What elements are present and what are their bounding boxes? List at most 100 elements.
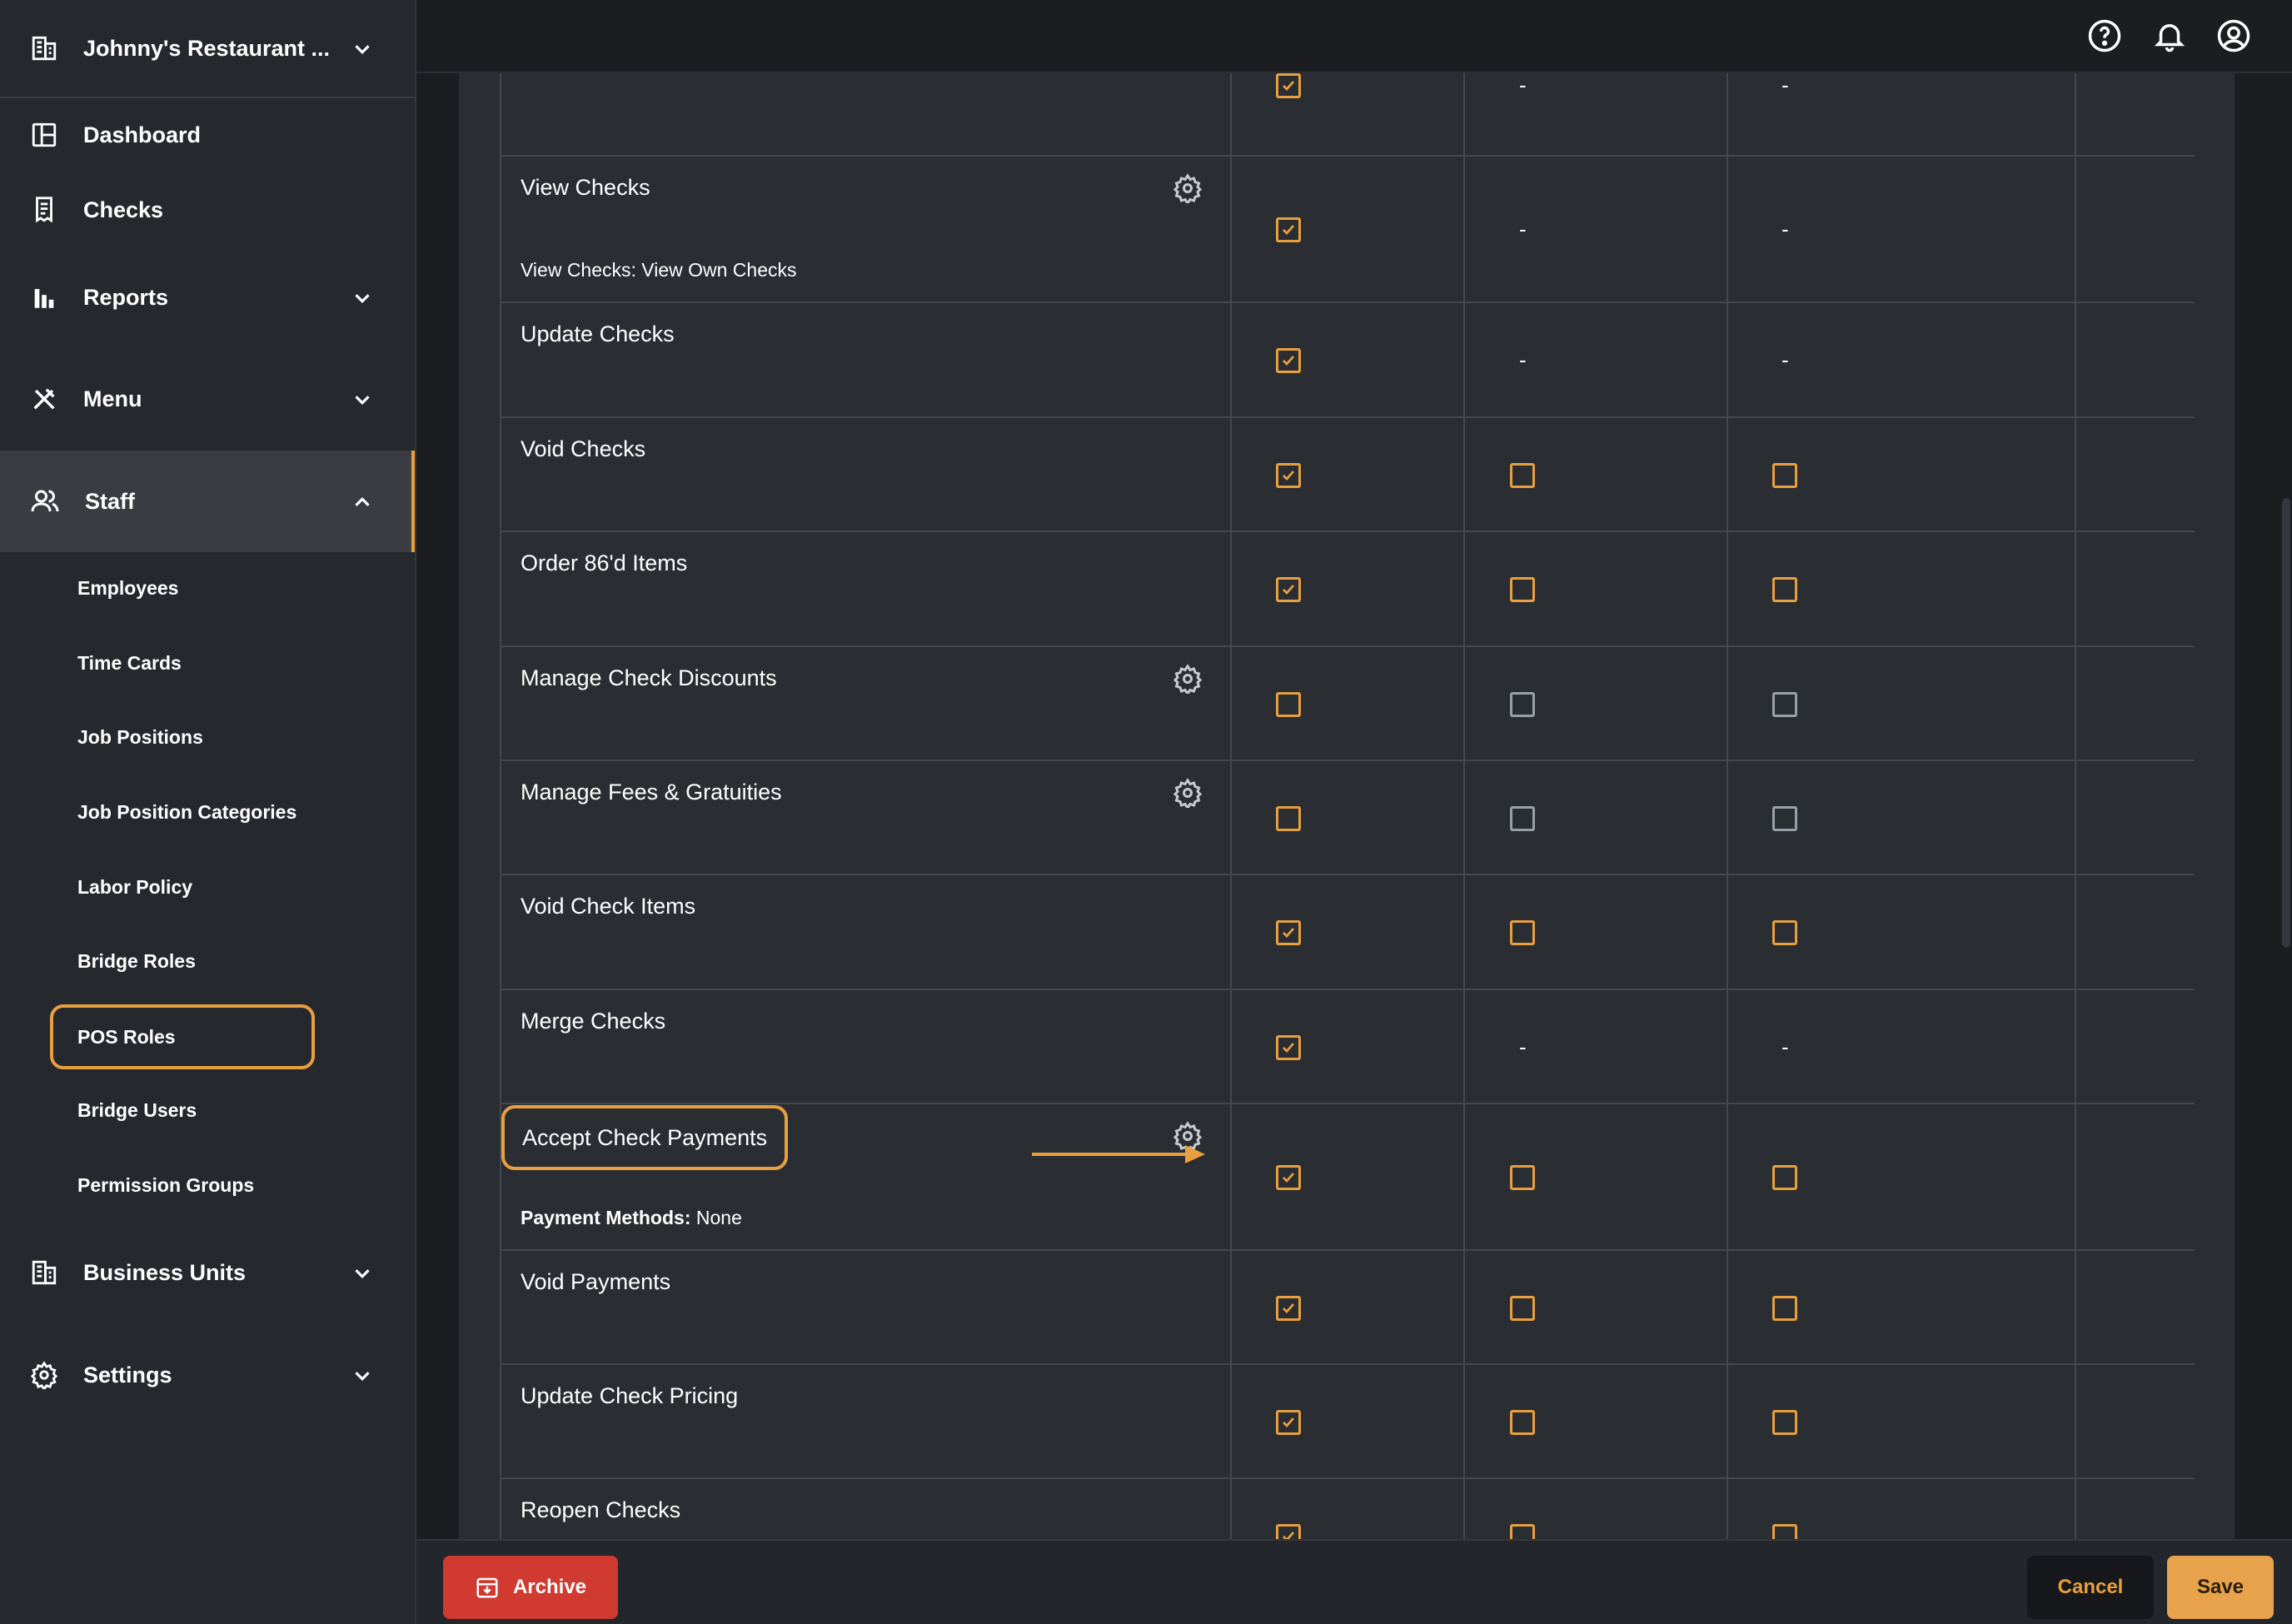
permission-name: Reopen Checks xyxy=(521,1497,681,1522)
table-cell xyxy=(1230,157,1463,301)
permission-checkbox-checked[interactable] xyxy=(1276,73,1301,98)
permission-name: Merge Checks xyxy=(521,1009,666,1034)
permission-checkbox[interactable] xyxy=(1772,1410,1797,1435)
archive-label: Archive xyxy=(512,1576,587,1598)
permission-checkbox-checked[interactable] xyxy=(1276,1035,1301,1060)
table-cell xyxy=(1463,647,1726,760)
permission-checkbox-checked[interactable] xyxy=(1276,348,1301,373)
restaurant-switcher[interactable]: Johnny's Restaurant ... xyxy=(0,0,415,98)
table-cell xyxy=(1230,73,1463,155)
permission-name: Manage Check Discounts xyxy=(521,665,777,690)
table-cell xyxy=(1230,1104,1463,1249)
permission-checkbox[interactable] xyxy=(1510,1296,1535,1321)
permission-checkbox[interactable] xyxy=(1772,577,1797,602)
gear-icon[interactable] xyxy=(1173,778,1203,810)
permission-checkbox[interactable] xyxy=(1510,577,1535,602)
table-cell xyxy=(1230,418,1463,531)
nav-checks-label: Checks xyxy=(83,197,164,222)
table-cell xyxy=(1463,990,1726,1103)
permission-checkbox[interactable] xyxy=(1276,806,1301,831)
not-applicable-dash: - xyxy=(1781,1034,1789,1059)
archive-button[interactable]: Archive xyxy=(443,1556,618,1619)
nav-reports-label: Reports xyxy=(83,284,169,310)
gear-icon[interactable] xyxy=(1173,173,1203,206)
table-cell xyxy=(1230,990,1463,1103)
table-cell xyxy=(1230,1479,1463,1539)
permission-checkbox-checked[interactable] xyxy=(1276,1524,1301,1539)
table-cell xyxy=(500,1365,1230,1477)
sub-item-labor-policy[interactable]: Labor Policy xyxy=(77,870,192,904)
permission-checkbox[interactable] xyxy=(1772,463,1797,488)
permission-checkbox[interactable] xyxy=(1510,1524,1535,1539)
permission-checkbox[interactable] xyxy=(1510,1165,1535,1190)
not-applicable-dash: - xyxy=(1781,217,1789,242)
permission-checkbox[interactable] xyxy=(1772,1165,1797,1190)
sub-item-bridge-users[interactable]: Bridge Users xyxy=(77,1093,197,1127)
permission-checkbox-checked[interactable] xyxy=(1276,577,1301,602)
permission-checkbox[interactable] xyxy=(1276,692,1301,717)
permission-checkbox-checked[interactable] xyxy=(1276,1410,1301,1435)
permission-checkbox[interactable] xyxy=(1510,463,1535,488)
permission-subtext-value: None xyxy=(695,1207,742,1228)
permission-checkbox-checked[interactable] xyxy=(1276,463,1301,488)
table-cell xyxy=(1463,418,1726,531)
nav-reports[interactable]: Reports xyxy=(0,267,415,327)
permission-checkbox-checked[interactable] xyxy=(1276,1296,1301,1321)
permission-checkbox-checked[interactable] xyxy=(1276,217,1301,242)
permission-checkbox xyxy=(1772,806,1797,831)
table-cell xyxy=(1463,1251,1726,1363)
permissions-panel: - - View Checks View Checks: View Own Check… xyxy=(459,73,2235,1539)
nav-dashboard[interactable]: Dashboard xyxy=(0,105,415,165)
permission-name: Update Check Pricing xyxy=(521,1383,739,1408)
permission-row: Void Check Items xyxy=(500,875,2195,990)
table-cell xyxy=(500,73,1230,155)
nav-checks[interactable]: Checks xyxy=(0,180,415,240)
table-cell xyxy=(500,647,1230,760)
scrollbar-thumb[interactable] xyxy=(2282,498,2290,948)
nav-menu-label: Menu xyxy=(83,386,142,411)
nav-business-units[interactable]: Business Units xyxy=(0,1243,415,1303)
permission-checkbox-checked[interactable] xyxy=(1276,920,1301,945)
table-cell xyxy=(500,1251,1230,1363)
permission-checkbox[interactable] xyxy=(1772,1524,1797,1539)
permission-checkbox[interactable] xyxy=(1510,920,1535,945)
permission-checkbox[interactable] xyxy=(1772,1296,1797,1321)
arrow-right-icon xyxy=(1032,1143,1207,1170)
permission-checkbox-checked[interactable] xyxy=(1276,1165,1301,1190)
table-cell xyxy=(1463,157,1726,301)
not-applicable-dash: - xyxy=(1519,217,1527,242)
table-cell xyxy=(1463,532,1726,645)
chevron-down-icon xyxy=(355,396,370,405)
sub-item-bridge-roles[interactable]: Bridge Roles xyxy=(77,944,196,978)
sub-item-permission-groups[interactable]: Permission Groups xyxy=(77,1168,254,1202)
nav-menu[interactable]: Menu xyxy=(0,369,415,429)
help-icon[interactable] xyxy=(2087,18,2122,53)
sub-item-job-positions[interactable]: Job Positions xyxy=(77,720,203,754)
table-cell xyxy=(1463,761,1726,874)
sub-item-job-position-categories[interactable]: Job Position Categories xyxy=(77,795,296,829)
nav-staff[interactable]: Staff xyxy=(0,451,415,552)
permission-name: Void Check Items xyxy=(521,894,696,919)
nav-settings[interactable]: Settings xyxy=(0,1345,415,1405)
save-button[interactable]: Save xyxy=(2167,1556,2274,1619)
cancel-button[interactable]: Cancel xyxy=(2027,1556,2154,1619)
archive-icon xyxy=(476,1577,498,1598)
table-cell xyxy=(1230,1251,1463,1363)
user-icon[interactable] xyxy=(2216,18,2251,53)
sub-item-pos-roles[interactable]: POS Roles xyxy=(50,1004,315,1069)
gear-icon[interactable] xyxy=(1173,664,1203,696)
permission-checkbox xyxy=(1510,692,1535,717)
table-cell xyxy=(500,532,1230,645)
sub-item-employees[interactable]: Employees xyxy=(77,571,178,605)
sub-item-time-cards[interactable]: Time Cards xyxy=(77,646,182,680)
chevron-down-icon xyxy=(355,1372,370,1381)
table-cell xyxy=(500,875,1230,989)
permission-checkbox[interactable] xyxy=(1772,920,1797,945)
chevron-down-icon xyxy=(355,294,370,303)
permission-checkbox[interactable] xyxy=(1510,1410,1535,1435)
dashboard-icon xyxy=(32,122,57,147)
nav-business-units-label: Business Units xyxy=(83,1259,247,1285)
table-cell xyxy=(1230,875,1463,989)
bell-icon[interactable] xyxy=(2152,18,2187,53)
permission-row: Void Checks xyxy=(500,418,2195,532)
